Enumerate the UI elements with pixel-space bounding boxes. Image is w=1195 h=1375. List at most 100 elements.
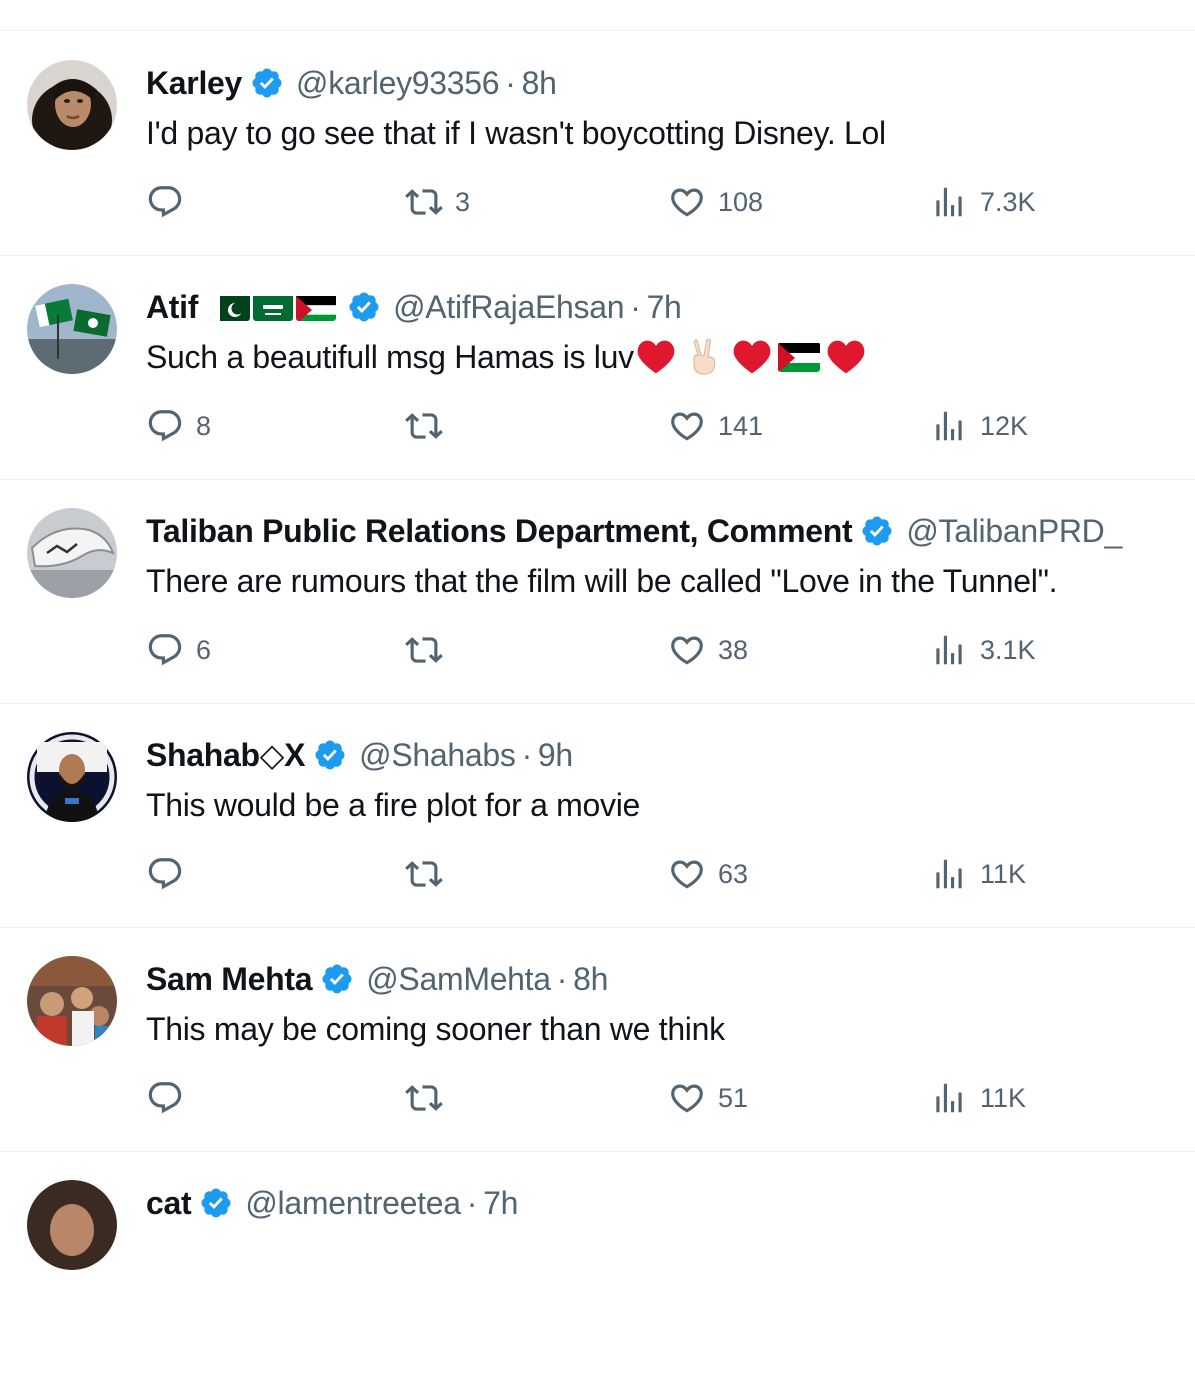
reply-text: This would be a fire plot for a movie (146, 787, 641, 823)
verified-badge-icon (199, 1186, 233, 1220)
views-button[interactable]: 11K (930, 854, 1026, 894)
reply-button[interactable]: 6 (146, 630, 211, 670)
reply-body: Such a beautifull msg Hamas is luv (146, 337, 1195, 377)
reply-header: Atif @AtifRajaEhsan · 7h (146, 287, 1195, 327)
red-heart-emoji-icon (636, 339, 676, 375)
display-name[interactable]: Sam Mehta (146, 959, 313, 999)
repost-icon (405, 189, 443, 215)
reply-icon (148, 858, 182, 890)
verified-badge-icon (860, 514, 894, 548)
display-name[interactable]: Shahab◇X (146, 735, 305, 775)
like-button[interactable]: 38 (668, 630, 748, 670)
victory-hand-emoji-icon (686, 337, 722, 377)
repost-button[interactable] (405, 406, 455, 446)
views-icon (936, 1083, 962, 1113)
palestine-flag-icon (296, 293, 337, 321)
repost-icon (405, 637, 443, 663)
avatar[interactable] (27, 508, 117, 598)
views-icon (936, 859, 962, 889)
reply-item[interactable]: Taliban Public Relations Department, Com… (0, 479, 1195, 704)
flag-emojis (210, 293, 339, 321)
like-button[interactable]: 63 (668, 854, 748, 894)
display-name[interactable]: Karley (146, 63, 242, 103)
handle[interactable]: @SamMehta (366, 959, 551, 999)
like-count: 141 (718, 410, 764, 441)
separator-dot: · (630, 289, 641, 325)
repost-button[interactable] (405, 630, 455, 670)
view-count: 12K (980, 410, 1029, 441)
display-name[interactable]: cat (146, 1183, 192, 1223)
reply-item[interactable]: cat @lamentreetea · 7h (0, 1151, 1195, 1375)
red-heart-emoji-icon (826, 339, 866, 375)
reply-icon (148, 410, 182, 442)
avatar[interactable] (27, 1180, 117, 1270)
views-button[interactable]: 12K (930, 406, 1028, 446)
handle[interactable]: @karley93356 (296, 63, 500, 103)
like-button[interactable]: 108 (668, 182, 763, 222)
reply-button[interactable]: 8 (146, 406, 211, 446)
avatar[interactable] (27, 956, 117, 1046)
reply-button[interactable] (146, 854, 196, 894)
like-count: 63 (718, 858, 749, 889)
repost-icon (405, 413, 443, 439)
timestamp[interactable]: 7h (483, 1183, 518, 1223)
reply-icon (148, 634, 182, 666)
heart-icon (671, 188, 703, 217)
views-icon (936, 635, 962, 665)
reply-text: Such a beautifull msg Hamas is luv (146, 339, 634, 375)
separator-dot: · (505, 65, 516, 101)
separator-dot: · (466, 1185, 478, 1221)
views-icon (936, 187, 962, 217)
repost-icon (405, 861, 443, 887)
avatar[interactable] (27, 60, 117, 150)
like-count: 108 (718, 186, 764, 217)
separator-dot: · (556, 961, 568, 997)
like-count: 51 (718, 1082, 749, 1113)
heart-icon (671, 636, 703, 665)
heart-icon (671, 1084, 703, 1113)
views-button[interactable]: 3.1K (930, 630, 1036, 670)
like-button[interactable]: 51 (668, 1078, 748, 1118)
display-name[interactable]: Taliban Public Relations Department, Com… (146, 511, 853, 551)
reply-item[interactable]: Karley @karley93356 · 8h I'd pay to go s… (0, 31, 1195, 256)
repost-button[interactable] (405, 854, 455, 894)
repost-button[interactable]: 3 (405, 182, 470, 222)
view-count: 7.3K (980, 186, 1036, 217)
views-button[interactable]: 7.3K (930, 182, 1036, 222)
reply-item[interactable]: Shahab◇X @Shahabs · 9h This would be a f… (0, 703, 1195, 928)
reply-item[interactable]: Sam Mehta @SamMehta · 8h This may be com… (0, 927, 1195, 1152)
reply-button[interactable] (146, 1078, 196, 1118)
like-button[interactable]: 141 (668, 406, 763, 446)
handle[interactable]: @TalibanPRD_ (906, 511, 1122, 551)
view-count: 11K (980, 858, 1027, 889)
repost-icon (405, 1085, 443, 1111)
handle[interactable]: @AtifRajaEhsan (393, 287, 624, 327)
reply-header: Sam Mehta @SamMehta · 8h (146, 959, 1195, 999)
handle[interactable]: @Shahabs (359, 735, 516, 775)
handle[interactable]: @lamentreetea (245, 1183, 461, 1223)
display-name[interactable]: Atif (146, 287, 198, 327)
timestamp[interactable]: 7h (647, 287, 682, 327)
reply-icon (148, 1082, 182, 1114)
timestamp[interactable]: 9h (538, 735, 573, 775)
repost-button[interactable] (405, 1078, 455, 1118)
timestamp[interactable]: 8h (522, 63, 557, 103)
separator-dot: · (521, 737, 533, 773)
views-button[interactable]: 11K (930, 1078, 1026, 1118)
avatar[interactable] (27, 284, 117, 374)
avatar[interactable] (27, 732, 117, 822)
palestine-flag-emoji-icon (777, 342, 820, 372)
reply-item[interactable]: Atif @AtifRajaEhsan · 7h Such a beautifu… (0, 255, 1195, 480)
verified-badge-icon (320, 962, 354, 996)
reply-header: cat @lamentreetea · 7h (146, 1183, 1195, 1223)
reply-text: There are rumours that the film will be … (146, 563, 1058, 599)
reply-text: I'd pay to go see that if I wasn't boyco… (146, 115, 886, 151)
timestamp[interactable]: 8h (573, 959, 608, 999)
reply-icon (148, 186, 182, 218)
verified-badge-icon (313, 738, 347, 772)
reply-header: Shahab◇X @Shahabs · 9h (146, 735, 1195, 775)
repost-count: 3 (455, 186, 471, 217)
reply-button[interactable] (146, 182, 196, 222)
like-count: 38 (718, 634, 749, 665)
saudi-flag-icon (253, 293, 294, 321)
